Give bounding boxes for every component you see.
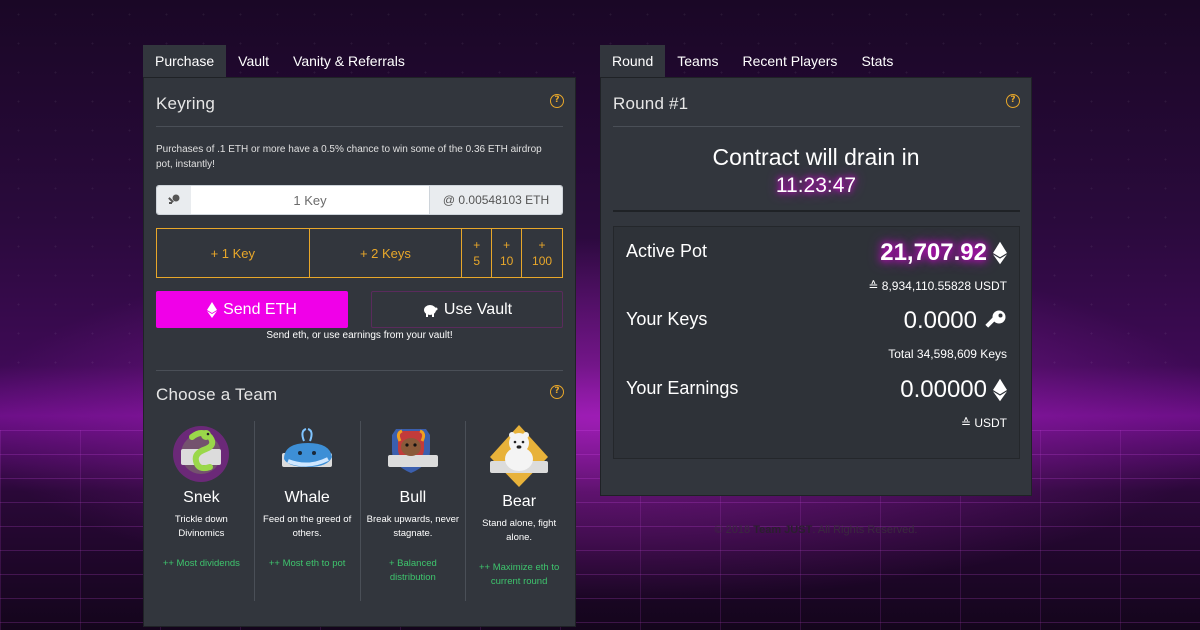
add-100-plus: + — [538, 238, 546, 252]
active-pot-usdt: ≙ 8,934,110.55828 USDT — [868, 279, 1007, 293]
stats-box: Active Pot 21,707.92 ≙ 8,934,110.55828 U… — [613, 226, 1020, 459]
round-panel: Round #1 ? Contract will drain in 11:23:… — [600, 77, 1032, 496]
tab-purchase[interactable]: Purchase — [143, 45, 227, 77]
team-bull-desc: Break upwards, never stagnate. — [366, 514, 460, 539]
earnings-usdt: ≙ USDT — [961, 416, 1007, 430]
bear-icon — [490, 425, 549, 487]
round-help-icon[interactable]: ? — [1006, 94, 1020, 108]
footer: © 2018 Team JUST. All Rights Reserved. — [600, 524, 1032, 536]
drain-timer: 11:23:47 — [775, 174, 857, 197]
footer-brand[interactable]: Team JUST — [753, 524, 812, 536]
round-title: Round #1 — [613, 94, 689, 113]
active-pot-value: 21,707.92 — [880, 239, 1007, 267]
tab-round[interactable]: Round — [600, 45, 666, 77]
use-vault-button[interactable]: Use Vault — [371, 291, 563, 328]
timer-divider — [613, 210, 1020, 212]
team-selector: Snek Trickle down Divinomics ++ Most div… — [149, 421, 572, 601]
send-eth-button[interactable]: Send ETH — [156, 291, 348, 328]
active-pot-amount: 21,707.92 — [880, 239, 987, 266]
footer-prefix: © 2018 — [714, 524, 751, 536]
team-bull-name: Bull — [399, 489, 427, 506]
add-1-key-button[interactable]: + 1 Key — [157, 229, 310, 277]
active-pot-usdt-amount: 8,934,110.55828 USDT — [881, 279, 1007, 293]
ethereum-icon — [207, 301, 218, 318]
keyring-title: Keyring — [156, 94, 216, 113]
add-2-keys-button[interactable]: + 2 Keys — [310, 229, 463, 277]
tab-vault[interactable]: Vault — [226, 45, 281, 77]
add-5-plus: + — [473, 238, 481, 252]
your-keys-value: 0.0000 — [904, 307, 1007, 335]
team-bear-perk: ++ Maximize eth to current round — [478, 562, 560, 587]
whale-icon — [282, 428, 333, 467]
ethereum-icon — [993, 241, 1007, 265]
tab-vanity-referrals[interactable]: Vanity & Referrals — [281, 45, 417, 77]
key-price: @ 0.00548103 ETH — [429, 186, 562, 214]
drain-heading: Contract will drain in — [712, 144, 920, 170]
your-earnings-amount: 0.00000 — [900, 376, 987, 403]
team-bear-name: Bear — [502, 493, 537, 510]
tab-recent-players[interactable]: Recent Players — [731, 45, 850, 77]
usdt-icon: ≙ — [960, 416, 975, 430]
purchase-panel: Keyring ? Purchases of .1 ETH or more ha… — [143, 77, 576, 627]
tab-stats[interactable]: Stats — [849, 45, 905, 77]
team-whale-perk: ++ Most eth to pot — [268, 558, 346, 569]
left-tabbar: Purchase Vault Vanity & Referrals — [143, 45, 417, 77]
your-keys-amount: 0.0000 — [903, 307, 977, 334]
total-keys: Total 34,598,609 Keys — [888, 347, 1007, 361]
snek-icon — [173, 426, 230, 482]
your-keys-label: Your Keys — [626, 309, 708, 329]
team-bull[interactable]: Bull Break upwards, never stagnate. + Ba… — [361, 421, 467, 601]
your-earnings-label: Your Earnings — [626, 378, 739, 398]
team-whale-desc: Feed on the greed of others. — [263, 514, 352, 539]
keyring-help-icon[interactable]: ? — [550, 94, 564, 108]
choose-team-title: Choose a Team — [156, 385, 278, 404]
team-snek-name: Snek — [183, 489, 220, 506]
team-snek[interactable]: Snek Trickle down Divinomics ++ Most div… — [149, 421, 255, 601]
send-eth-label: Send ETH — [223, 300, 297, 318]
tab-teams[interactable]: Teams — [665, 45, 730, 77]
key-quantity-input[interactable] — [191, 186, 429, 214]
add-10-plus: + — [503, 238, 511, 252]
right-tabbar: Round Teams Recent Players Stats — [600, 45, 905, 77]
team-whale[interactable]: Whale Feed on the greed of others. ++ Mo… — [255, 421, 361, 601]
piggy-bank-icon — [423, 304, 438, 317]
bull-icon — [387, 429, 438, 473]
active-pot-label: Active Pot — [626, 241, 708, 261]
ethereum-icon — [993, 378, 1007, 402]
add-5-number: 5 — [473, 254, 481, 268]
airdrop-info: Purchases of .1 ETH or more have a 0.5% … — [156, 144, 542, 170]
round-divider — [613, 126, 1020, 127]
your-earnings-value: 0.00000 — [900, 376, 1007, 404]
key-input-group: @ 0.00548103 ETH — [156, 185, 563, 215]
add-100-number: 100 — [532, 254, 553, 268]
team-snek-desc: Trickle down Divinomics — [174, 514, 228, 539]
usdt-icon: ≙ — [868, 279, 882, 293]
quick-add-buttons: + 1 Key + 2 Keys + 5 + 10 + 100 — [156, 228, 563, 278]
add-10-keys-button[interactable]: + 10 — [492, 229, 523, 277]
key-icon — [157, 186, 191, 214]
key-icon — [985, 310, 1006, 328]
team-bear-desc: Stand alone, fight alone. — [482, 518, 557, 543]
keyring-divider — [156, 126, 563, 127]
add-100-keys-button[interactable]: + 100 — [522, 229, 562, 277]
add-5-keys-button[interactable]: + 5 — [462, 229, 493, 277]
team-snek-perk: ++ Most dividends — [162, 558, 240, 569]
footer-suffix: . All Rights Reserved. — [812, 524, 918, 536]
team-divider — [156, 370, 563, 371]
use-vault-label: Use Vault — [443, 300, 513, 318]
earnings-usdt-label: USDT — [974, 416, 1007, 430]
send-hint: Send eth, or use earnings from your vaul… — [266, 330, 453, 341]
team-help-icon[interactable]: ? — [550, 385, 564, 399]
add-10-number: 10 — [499, 254, 514, 268]
team-whale-name: Whale — [284, 489, 330, 506]
team-bull-perk: + Balanced distribution — [388, 558, 437, 583]
team-bear[interactable]: Bear Stand alone, fight alone. ++ Maximi… — [466, 421, 572, 601]
